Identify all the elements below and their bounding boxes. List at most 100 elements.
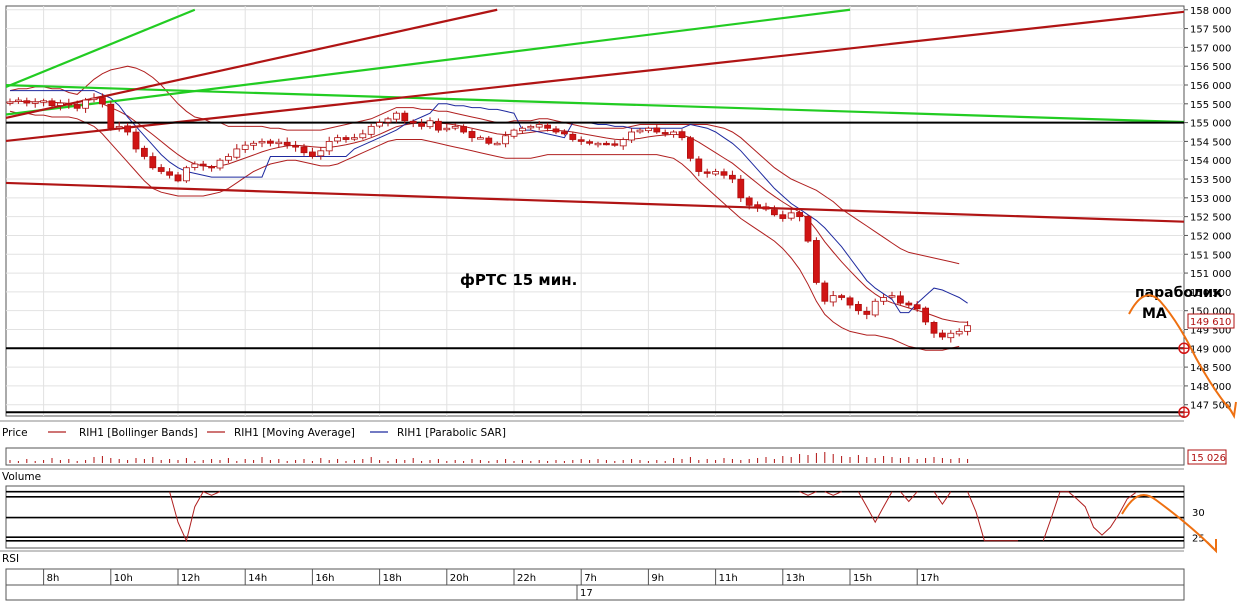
candle-body	[308, 151, 316, 157]
candle-body	[586, 141, 593, 144]
candle-body	[729, 174, 736, 180]
candle	[107, 101, 115, 131]
time-tick-label: 15h	[853, 573, 872, 584]
time-tick-label: 14h	[248, 573, 267, 584]
candle-body	[182, 167, 190, 182]
candle-body	[863, 310, 871, 315]
candle-body	[166, 171, 174, 176]
candle-body	[619, 139, 627, 147]
rsi-tick-label: 30	[1192, 508, 1205, 519]
candle-body	[577, 139, 585, 142]
volume-plot-frame	[5, 447, 1185, 466]
candle-body	[493, 142, 501, 146]
candle-body	[82, 99, 89, 109]
candle-body	[426, 120, 434, 128]
candle-body	[233, 148, 241, 158]
candle-body	[418, 122, 426, 127]
candle-body	[325, 141, 333, 152]
time-tick-label: 13h	[786, 573, 805, 584]
price-tick-label: 152 000	[1190, 231, 1231, 242]
candle	[804, 214, 812, 243]
candle-body	[930, 322, 938, 334]
candle-body	[628, 131, 635, 141]
price-tick-label: 156 000	[1190, 81, 1231, 92]
price-tick-label: 153 500	[1190, 175, 1231, 186]
candle-body	[275, 141, 283, 145]
time-axis: 8h 10h 12h 14h 16h 18h 20h 22h 7h 9h 11h 13h 15h 17h …	[5, 568, 1185, 601]
candle-body	[334, 137, 342, 142]
candle-body	[443, 127, 451, 131]
candle-body	[745, 197, 753, 206]
candle	[687, 135, 694, 162]
candle-body	[939, 332, 946, 338]
candle-body	[897, 295, 904, 304]
legend-row: Price RIH1 [Bollinger Bands] RIH1 [Movin…	[0, 420, 1184, 439]
candle-body	[367, 125, 375, 135]
price-tick-label: 155 500	[1190, 100, 1231, 111]
time-tick-label: 7h	[584, 573, 597, 584]
candle-body	[519, 127, 526, 132]
candle-body	[31, 101, 39, 104]
candle-body	[737, 178, 745, 199]
candle	[182, 165, 190, 183]
legend-bollinger-label: RIH1 [Bollinger Bands]	[79, 427, 198, 439]
candle-body	[871, 300, 879, 316]
candle-body	[687, 137, 694, 159]
candle	[813, 237, 820, 285]
candle-body	[544, 124, 551, 129]
chart-canvas: 158 000 157 500 157 000 156 500 156 000 155 5…	[0, 5, 1237, 601]
time-tick-label: 16h	[315, 573, 334, 584]
candle-body	[283, 141, 291, 146]
legend-ma-label: RIH1 [Moving Average]	[234, 427, 355, 439]
candle-body	[779, 214, 787, 219]
price-plot-frame	[5, 5, 1185, 417]
candle-body	[258, 141, 266, 144]
candle	[871, 298, 879, 318]
price-tick-label: 154 500	[1190, 137, 1231, 148]
annotation-parabolic: параболик	[1135, 285, 1223, 301]
price-tick-label: 154 000	[1190, 156, 1231, 167]
candle-body	[149, 156, 157, 169]
candle-body	[661, 132, 669, 135]
candle	[821, 280, 829, 305]
candle-body	[913, 304, 921, 310]
price-tick-label: 156 500	[1190, 62, 1231, 73]
price-tick-label: 148 500	[1190, 363, 1231, 374]
price-tick-label: 157 000	[1190, 43, 1231, 54]
candle-body	[73, 104, 81, 109]
last-price-label: 149 610	[1190, 317, 1231, 328]
candle-body	[107, 103, 115, 129]
candle	[737, 174, 745, 202]
candle-body	[922, 307, 929, 323]
candle-body	[855, 303, 862, 312]
last-volume-label: 15 026	[1191, 453, 1226, 464]
volume-panel: 15 026 Volume	[0, 447, 1227, 483]
candle-body	[754, 204, 761, 208]
candle-body	[350, 137, 358, 140]
candle-body	[266, 140, 274, 144]
price-panel: 158 000 157 500 157 000 156 500 156 000 155 5…	[5, 5, 1235, 548]
time-tick-label: 18h	[383, 573, 402, 584]
candle-body	[292, 145, 300, 148]
candle-body	[829, 295, 837, 303]
candle-body	[796, 212, 803, 218]
candle-body	[821, 282, 829, 302]
candle-body	[140, 147, 148, 157]
price-axis: 158 000 157 500 157 000 156 500 156 000 155 5…	[1184, 6, 1231, 412]
candle	[922, 306, 929, 326]
candle-body	[208, 166, 216, 169]
legend-sar-label: RIH1 [Parabolic SAR]	[397, 427, 506, 439]
candle-body	[535, 124, 543, 128]
rsi-panel-label: RSI	[2, 553, 19, 565]
candle-body	[502, 135, 510, 145]
candle-body	[392, 112, 400, 120]
candle-body	[964, 325, 971, 332]
candle-body	[947, 332, 955, 339]
price-tick-label: 155 000	[1190, 119, 1231, 130]
time-tick-label: 11h	[719, 573, 738, 584]
candle-body	[342, 137, 350, 140]
chart-title: фРТС 15 мин.	[460, 271, 577, 289]
candle-body	[720, 171, 728, 176]
candle-body	[888, 295, 896, 298]
candle-body	[216, 159, 224, 169]
